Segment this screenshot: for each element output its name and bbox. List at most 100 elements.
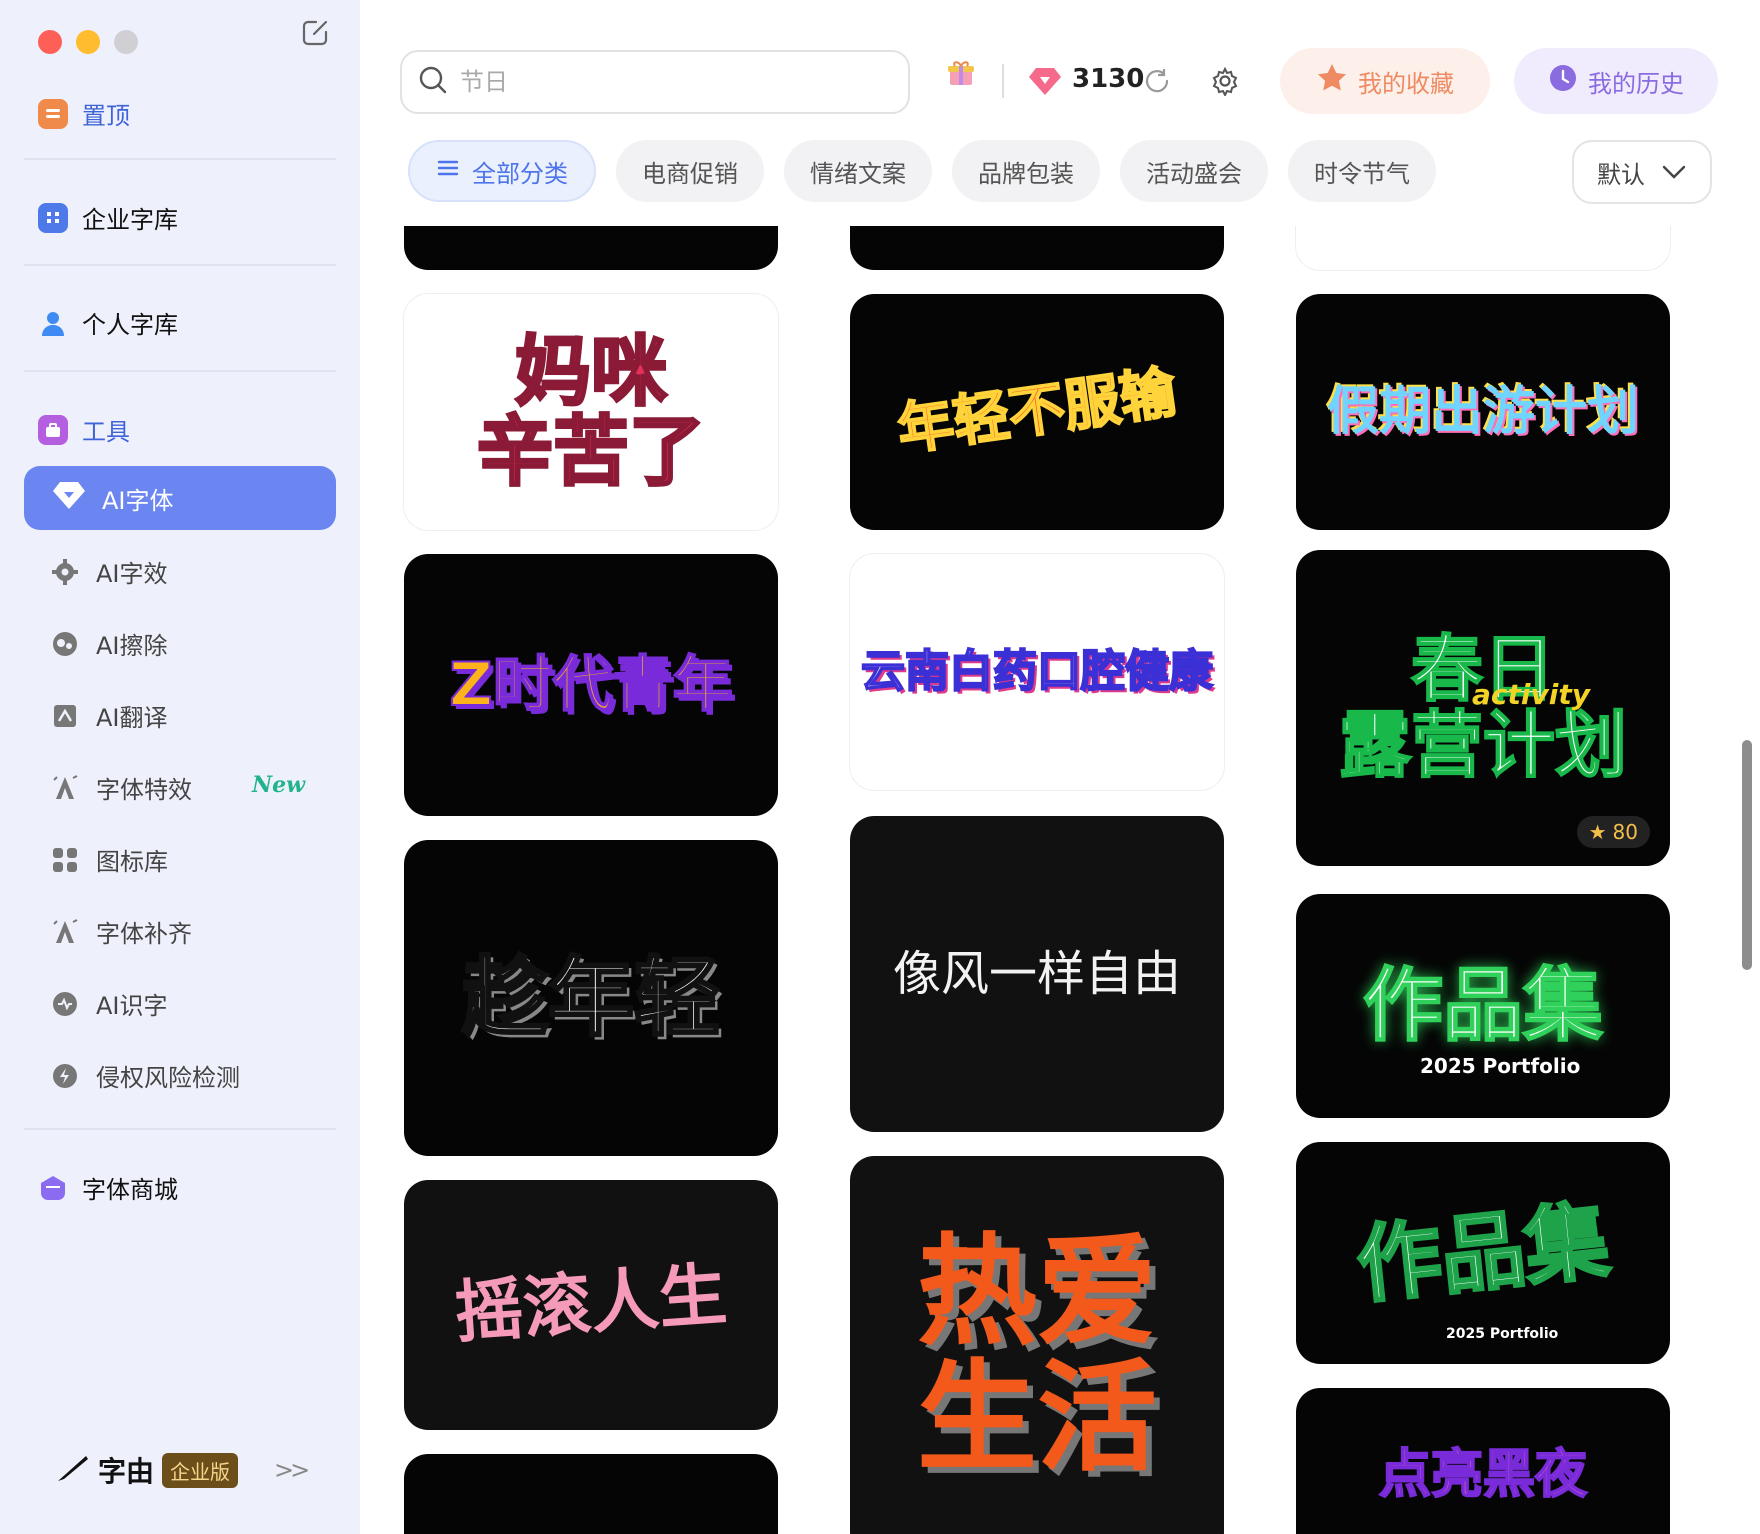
zoom-window-button[interactable] <box>114 30 138 54</box>
search-bar[interactable] <box>400 50 910 114</box>
font-card[interactable]: 摇滚人生 <box>404 1180 778 1430</box>
translate-icon <box>50 701 80 731</box>
tab-brand-packaging[interactable]: 品牌包装 <box>952 140 1100 202</box>
diamond-icon <box>52 480 86 516</box>
card-text: 点亮黑夜 <box>1378 1445 1588 1505</box>
divider <box>24 158 336 160</box>
window-controls <box>38 30 138 54</box>
card-subtext: 2025 Portfolio <box>1446 1326 1559 1342</box>
lightning-icon <box>50 1061 80 1091</box>
sidebar-item-font-complete[interactable]: 字体补齐 <box>50 914 192 949</box>
font-card[interactable]: 像风一样自由 <box>850 816 1224 1132</box>
divider <box>24 370 336 372</box>
refresh-icon[interactable] <box>1142 66 1172 103</box>
sidebar-item-ai-erase[interactable]: AI擦除 <box>50 626 168 661</box>
card-text: 像风一样自由 <box>892 945 1181 1002</box>
pin-icon <box>38 98 68 129</box>
card-text: 热爱 生活 <box>917 1223 1157 1488</box>
sidebar-item-personal[interactable]: 个人字库 <box>38 305 178 340</box>
sidebar-item-icon-library[interactable]: 图标库 <box>50 842 168 877</box>
search-input[interactable] <box>460 68 880 96</box>
sidebar-item-label: AI识字 <box>96 992 168 1020</box>
my-history-label: 我的历史 <box>1588 69 1684 98</box>
sidebar: 置顶 企业字库 个人字库 工具 AI字体 AI字效 AI擦除 AI翻译 字体特效… <box>0 0 360 1534</box>
sidebar-item-font-store[interactable]: 字体商城 <box>38 1170 178 1205</box>
sidebar-item-ai-font[interactable]: AI字体 <box>24 466 336 530</box>
font-card[interactable]: 趁年轻 <box>404 840 778 1156</box>
tab-events[interactable]: 活动盛会 <box>1120 140 1268 202</box>
brand-badge: 企业版 <box>162 1452 239 1488</box>
my-history-button[interactable]: 我的历史 <box>1514 48 1718 114</box>
sidebar-item-label: AI字体 <box>102 486 174 515</box>
font-card[interactable]: 作品集 2025 Portfolio <box>1296 894 1670 1118</box>
font-card[interactable]: 年轻不服输 <box>850 294 1224 530</box>
sidebar-item-ai-translate[interactable]: AI翻译 <box>50 698 168 733</box>
divider <box>24 1128 336 1130</box>
font-gallery: 妈咪 辛苦了 年轻不服输 假期出游计划 Z时代青年 云南白药口腔健康 春日 露营… <box>360 226 1720 1534</box>
sidebar-item-pinned[interactable]: 置顶 <box>38 96 130 131</box>
card-text: 云南白药口腔健康 <box>860 645 1214 697</box>
store-icon <box>38 1173 68 1203</box>
tab-ecommerce[interactable]: 电商促销 <box>616 140 764 202</box>
sidebar-item-enterprise[interactable]: 企业字库 <box>38 200 178 235</box>
grid-icon <box>50 845 80 875</box>
font-card-cropped[interactable] <box>1296 226 1670 270</box>
star-icon: ★ <box>1588 820 1607 844</box>
my-favorites-button[interactable]: 我的收藏 <box>1280 48 1490 114</box>
sidebar-item-label: AI翻译 <box>96 704 168 732</box>
edit-icon[interactable] <box>300 16 332 48</box>
favorite-count-value: 80 <box>1612 820 1638 844</box>
sidebar-section-tools[interactable]: 工具 <box>38 412 130 447</box>
sidebar-item-risk-check[interactable]: 侵权风险检测 <box>50 1058 240 1093</box>
eraser-icon <box>50 629 80 659</box>
brand-name: 字由 <box>98 1455 155 1488</box>
sidebar-item-label: 置顶 <box>82 102 130 130</box>
sidebar-item-label: 侵权风险检测 <box>96 1064 240 1092</box>
building-icon <box>38 202 68 233</box>
my-favorites-label: 我的收藏 <box>1358 69 1454 98</box>
card-text: 妈咪 辛苦了 <box>476 327 707 496</box>
settings-icon[interactable] <box>1210 66 1240 100</box>
font-card[interactable]: 妈咪 辛苦了 <box>404 294 778 530</box>
font-card[interactable]: 云南白药口腔健康 <box>850 554 1224 790</box>
search-icon <box>418 65 448 99</box>
divider <box>24 264 336 266</box>
minimize-window-button[interactable] <box>76 30 100 54</box>
category-tabs: 全部分类 电商促销 情绪文案 品牌包装 活动盛会 时令节气 <box>408 140 1436 202</box>
sidebar-item-label: AI字效 <box>96 560 168 588</box>
sort-dropdown[interactable]: 默认 <box>1572 140 1712 204</box>
sidebar-item-label: 字体商城 <box>82 1176 178 1204</box>
tab-all-categories[interactable]: 全部分类 <box>408 140 596 202</box>
font-card-cropped[interactable] <box>850 226 1224 270</box>
tab-emotion-copy[interactable]: 情绪文案 <box>784 140 932 202</box>
sidebar-item-label: 字体补齐 <box>96 920 192 948</box>
brand: 字由 企业版 <box>56 1450 239 1490</box>
font-effect-icon <box>50 773 80 803</box>
points-balance: 3130 <box>1072 64 1145 94</box>
toolbox-icon <box>38 414 68 445</box>
scrollbar[interactable] <box>1742 740 1752 970</box>
sidebar-item-ai-recognize[interactable]: AI识字 <box>50 986 168 1021</box>
sidebar-item-label: 企业字库 <box>82 206 178 234</box>
gift-icon[interactable] <box>946 58 976 92</box>
font-card[interactable]: Z时代青年 <box>404 554 778 816</box>
tab-seasonal[interactable]: 时令节气 <box>1288 140 1436 202</box>
font-card[interactable]: 点亮黑夜 <box>1296 1388 1670 1534</box>
favorite-count: ★ 80 <box>1576 816 1650 848</box>
font-card[interactable]: 热爱 生活 <box>850 1156 1224 1534</box>
font-card-cropped[interactable] <box>404 226 778 270</box>
sidebar-item-label: 工具 <box>82 418 130 446</box>
close-window-button[interactable] <box>38 30 62 54</box>
sidebar-item-label: 字体特效 <box>96 776 192 804</box>
sidebar-item-font-effect[interactable]: 字体特效 <box>50 770 192 805</box>
card-text: Z时代青年 <box>448 649 734 720</box>
font-card-cropped[interactable] <box>404 1454 778 1534</box>
collapse-sidebar-button[interactable]: >> <box>274 1456 310 1484</box>
font-card[interactable]: 作品集 2025 Portfolio <box>1296 1142 1670 1364</box>
font-card[interactable]: 假期出游计划 <box>1296 294 1670 530</box>
magic-gear-icon <box>50 557 80 587</box>
font-card[interactable]: 春日 露营计划 activity ★ 80 <box>1296 550 1670 866</box>
sidebar-item-label: 图标库 <box>96 848 168 876</box>
sidebar-item-ai-effect[interactable]: AI字效 <box>50 554 168 589</box>
card-text: 趁年轻 <box>461 947 722 1048</box>
